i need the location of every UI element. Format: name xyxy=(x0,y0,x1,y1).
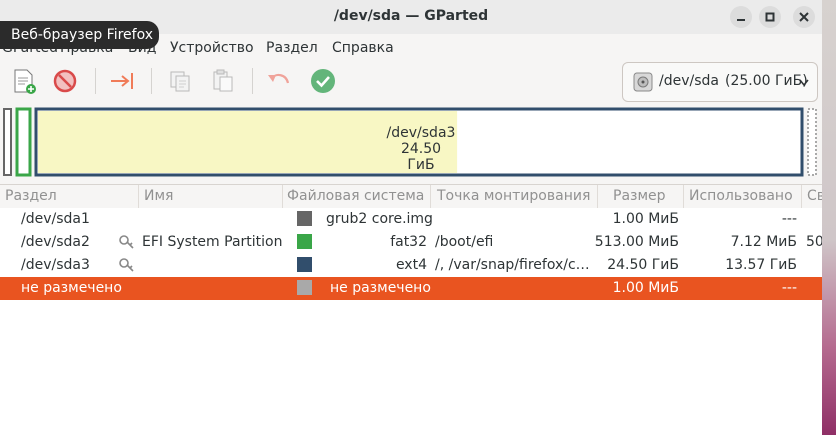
column-divider xyxy=(430,185,431,208)
cell-partition: не размечено xyxy=(21,280,122,296)
toolbar-separator xyxy=(95,68,96,94)
map-unallocated xyxy=(807,108,817,176)
paste-icon xyxy=(213,69,233,92)
undo-icon xyxy=(268,73,290,84)
toolbar-separator xyxy=(151,68,152,94)
fs-color-swatch xyxy=(297,211,312,226)
key-icon xyxy=(119,258,134,272)
partition-map: /dev/sda3 24.50 ГиБ xyxy=(3,107,819,178)
table-header: Раздел Имя Файловая система Точка монтир… xyxy=(0,184,825,209)
cell-size: 1.00 МиБ xyxy=(612,211,679,227)
menu-device[interactable]: Устройство xyxy=(170,40,254,56)
undo-button[interactable] xyxy=(264,66,294,96)
map-sda3-size: 24.50 ГиБ xyxy=(400,141,442,173)
cell-filesystem: ext4 xyxy=(395,257,427,273)
column-divider xyxy=(282,185,283,208)
map-sda3-label: /dev/sda3 24.50 ГиБ xyxy=(386,125,456,173)
close-button[interactable] xyxy=(793,6,815,28)
chevron-down-icon xyxy=(799,79,809,87)
fs-color-swatch xyxy=(297,234,312,249)
copy-button[interactable] xyxy=(165,66,195,96)
delete-icon xyxy=(53,69,77,93)
maximize-icon xyxy=(765,12,775,22)
column-divider xyxy=(138,185,139,208)
toolbar: /dev/sda (25.00 ГиБ) xyxy=(0,62,822,104)
cell-filesystem: fat32 xyxy=(390,234,427,250)
cell-filesystem: grub2 core.img xyxy=(326,211,433,227)
harddisk-icon xyxy=(633,72,653,92)
table-row[interactable]: /dev/sda3 ext4 /, /var/snap/firefox/c… 2… xyxy=(0,254,822,277)
col-filesystem[interactable]: Файловая система xyxy=(287,188,424,204)
cell-name: EFI System Partition xyxy=(142,234,283,250)
col-partition[interactable]: Раздел xyxy=(5,188,57,204)
key-icon xyxy=(119,235,134,249)
map-sda2 xyxy=(15,107,32,177)
device-selector[interactable]: /dev/sda (25.00 ГиБ) xyxy=(622,62,818,102)
cell-partition: /dev/sda3 xyxy=(21,257,90,273)
minimize-icon xyxy=(737,19,745,21)
map-sda3-name: /dev/sda3 xyxy=(386,125,456,141)
paste-button[interactable] xyxy=(208,66,238,96)
resize-move-button[interactable] xyxy=(108,66,138,96)
firefox-tooltip: Веб-браузер Firefox xyxy=(0,21,159,49)
toolbar-separator xyxy=(252,68,253,94)
new-partition-icon xyxy=(14,69,36,94)
cell-partition: /dev/sda2 xyxy=(21,234,90,250)
col-name[interactable]: Имя xyxy=(144,188,173,204)
apply-button[interactable] xyxy=(308,66,338,96)
col-mountpoint[interactable]: Точка монтирования xyxy=(437,188,590,204)
device-name: /dev/sda xyxy=(659,73,719,89)
table-row-selected[interactable]: не размечено не размечено 1.00 МиБ --- xyxy=(0,277,822,300)
map-sda1 xyxy=(3,108,12,176)
cell-mountpoint: /boot/efi xyxy=(435,234,494,250)
copy-icon xyxy=(170,71,190,92)
cell-size: 24.50 ГиБ xyxy=(607,257,679,273)
cell-used: --- xyxy=(781,280,797,296)
menu-help[interactable]: Справка xyxy=(332,40,394,56)
gparted-window: /dev/sda — GParted GParted Правка Вид Ус… xyxy=(0,0,825,435)
column-divider xyxy=(683,185,684,208)
cell-filesystem: не размечено xyxy=(330,280,431,296)
desktop-background xyxy=(822,0,836,435)
device-size: (25.00 ГиБ) xyxy=(725,73,808,89)
minimize-button[interactable] xyxy=(730,6,752,28)
delete-button[interactable] xyxy=(51,66,81,96)
cell-used: 13.57 ГиБ xyxy=(725,257,797,273)
col-used[interactable]: Использовано xyxy=(689,188,793,204)
cell-size: 513.00 МиБ xyxy=(594,234,679,250)
column-divider xyxy=(597,185,598,208)
apply-icon xyxy=(311,69,335,93)
col-size[interactable]: Размер xyxy=(613,188,666,204)
partition-table: /dev/sda1 grub2 core.img 1.00 МиБ --- /d… xyxy=(0,208,824,435)
resize-move-icon xyxy=(111,73,133,89)
menu-partition[interactable]: Раздел xyxy=(266,40,318,56)
close-icon xyxy=(799,12,809,22)
cell-used: --- xyxy=(781,211,797,227)
new-partition-button[interactable] xyxy=(10,66,40,96)
fs-color-swatch xyxy=(297,280,312,295)
cell-used: 7.12 МиБ xyxy=(730,234,797,250)
cell-size: 1.00 МиБ xyxy=(612,280,679,296)
table-row[interactable]: /dev/sda2 EFI System Partition fat32 /bo… xyxy=(0,231,824,254)
fs-color-swatch xyxy=(297,257,312,272)
table-row[interactable]: /dev/sda1 grub2 core.img 1.00 МиБ --- xyxy=(0,208,822,231)
maximize-button[interactable] xyxy=(759,6,781,28)
column-divider xyxy=(801,185,802,208)
cell-partition: /dev/sda1 xyxy=(21,211,90,227)
